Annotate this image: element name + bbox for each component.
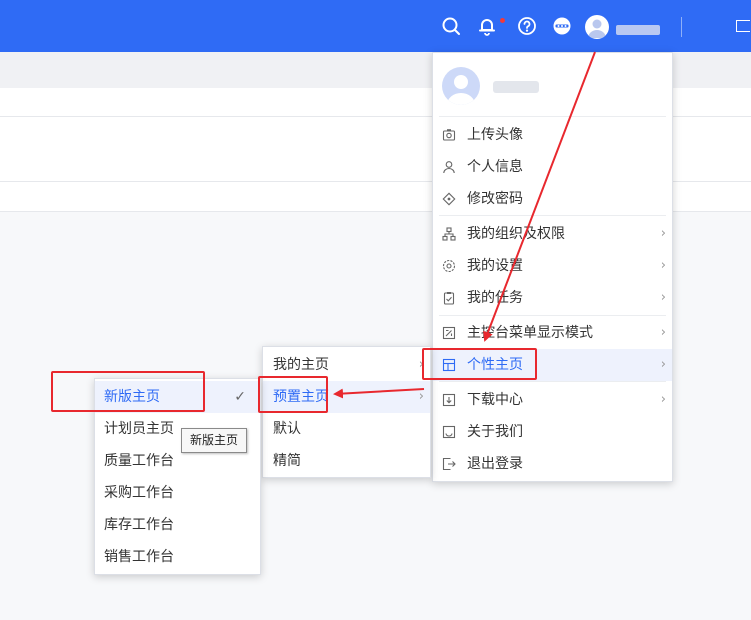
- gear-icon: [442, 259, 456, 273]
- more-icon[interactable]: [551, 15, 573, 37]
- header-username-blurred[interactable]: [616, 25, 660, 35]
- preset-item-label: 质量工作台: [104, 453, 174, 469]
- menu-item-label: 我的设置: [467, 258, 523, 274]
- preset-item-purchase-workbench[interactable]: 采购工作台: [95, 477, 260, 509]
- download-icon: [442, 393, 456, 407]
- top-bar: [0, 0, 751, 52]
- menu-item-change-password[interactable]: 修改密码: [433, 183, 672, 215]
- preset-item-sales-workbench[interactable]: 销售工作台: [95, 541, 260, 573]
- chevron-right-icon: ›: [418, 389, 424, 404]
- header-separator: [681, 17, 682, 37]
- menu-item-label: 关于我们: [467, 424, 523, 440]
- notification-dot: [500, 18, 505, 23]
- menu-item-label: 主控台菜单显示模式: [467, 325, 593, 341]
- menu-divider: [439, 116, 666, 117]
- menu-item-label: 个人信息: [467, 159, 523, 175]
- menu-item-label: 退出登录: [467, 456, 523, 472]
- header-avatar[interactable]: [585, 15, 609, 39]
- menu-item-logout[interactable]: 退出登录: [433, 448, 672, 480]
- menu-item-label: 上传头像: [467, 127, 523, 143]
- chevron-right-icon: ›: [660, 392, 666, 407]
- tooltip: 新版主页: [181, 428, 247, 453]
- window-icon[interactable]: [736, 20, 750, 32]
- preset-item-label: 采购工作台: [104, 485, 174, 501]
- about-icon: [442, 425, 456, 439]
- menu-item-my-settings[interactable]: 我的设置 ›: [433, 250, 672, 282]
- menu-item-label: 下载中心: [467, 392, 523, 408]
- menu-item-about-us[interactable]: 关于我们: [433, 416, 672, 448]
- menu-item-personal-info[interactable]: 个人信息: [433, 151, 672, 183]
- annotation-box-preset-homepage: [258, 376, 328, 413]
- menu-item-download-center[interactable]: 下载中心 ›: [433, 384, 672, 416]
- menu-item-label: 我的组织及权限: [467, 226, 565, 242]
- menu-divider: [439, 381, 666, 382]
- task-icon: [442, 291, 456, 305]
- menu-divider: [439, 315, 666, 316]
- chevron-right-icon: ›: [660, 226, 666, 241]
- chevron-right-icon: ›: [660, 357, 666, 372]
- preset-item-label: 库存工作台: [104, 517, 174, 533]
- preset-item-inventory-workbench[interactable]: 库存工作台: [95, 509, 260, 541]
- display-mode-icon: [442, 326, 456, 340]
- org-icon: [442, 227, 456, 241]
- user-dropdown-menu: 上传头像 个人信息 修改密码 我的组织及权限 › 我的设置 › 我的任务 › 主…: [432, 52, 673, 482]
- annotation-box-new-homepage: [51, 371, 205, 412]
- user-icon: [442, 160, 456, 174]
- user-name-blurred: [493, 81, 539, 93]
- menu-item-label: 我的任务: [467, 290, 523, 306]
- bell-icon[interactable]: [476, 15, 498, 37]
- checkmark-icon: ✓: [234, 389, 246, 405]
- menu-item-org-permissions[interactable]: 我的组织及权限 ›: [433, 218, 672, 250]
- menu-divider: [439, 215, 666, 216]
- chevron-right-icon: ›: [660, 325, 666, 340]
- upload-avatar-icon: [442, 128, 456, 142]
- preset-item-label: 计划员主页: [104, 421, 174, 437]
- menu-item-display-mode[interactable]: 主控台菜单显示模式 ›: [433, 317, 672, 349]
- menu-item-label: 修改密码: [467, 191, 523, 207]
- submenu-item-default[interactable]: 默认: [263, 413, 430, 445]
- lock-icon: [442, 192, 456, 206]
- logout-icon: [442, 457, 456, 471]
- submenu-item-simple[interactable]: 精简: [263, 445, 430, 477]
- user-avatar: [442, 67, 480, 105]
- preset-item-label: 销售工作台: [104, 549, 174, 565]
- menu-item-upload-avatar[interactable]: 上传头像: [433, 119, 672, 151]
- annotation-box-personal-homepage: [422, 348, 537, 380]
- search-icon[interactable]: [440, 15, 462, 37]
- menu-item-my-tasks[interactable]: 我的任务 ›: [433, 282, 672, 314]
- help-icon[interactable]: [516, 15, 538, 37]
- submenu-item-label: 默认: [273, 421, 301, 437]
- chevron-right-icon: ›: [660, 290, 666, 305]
- chevron-right-icon: ›: [660, 258, 666, 273]
- submenu-item-label: 精简: [273, 453, 301, 469]
